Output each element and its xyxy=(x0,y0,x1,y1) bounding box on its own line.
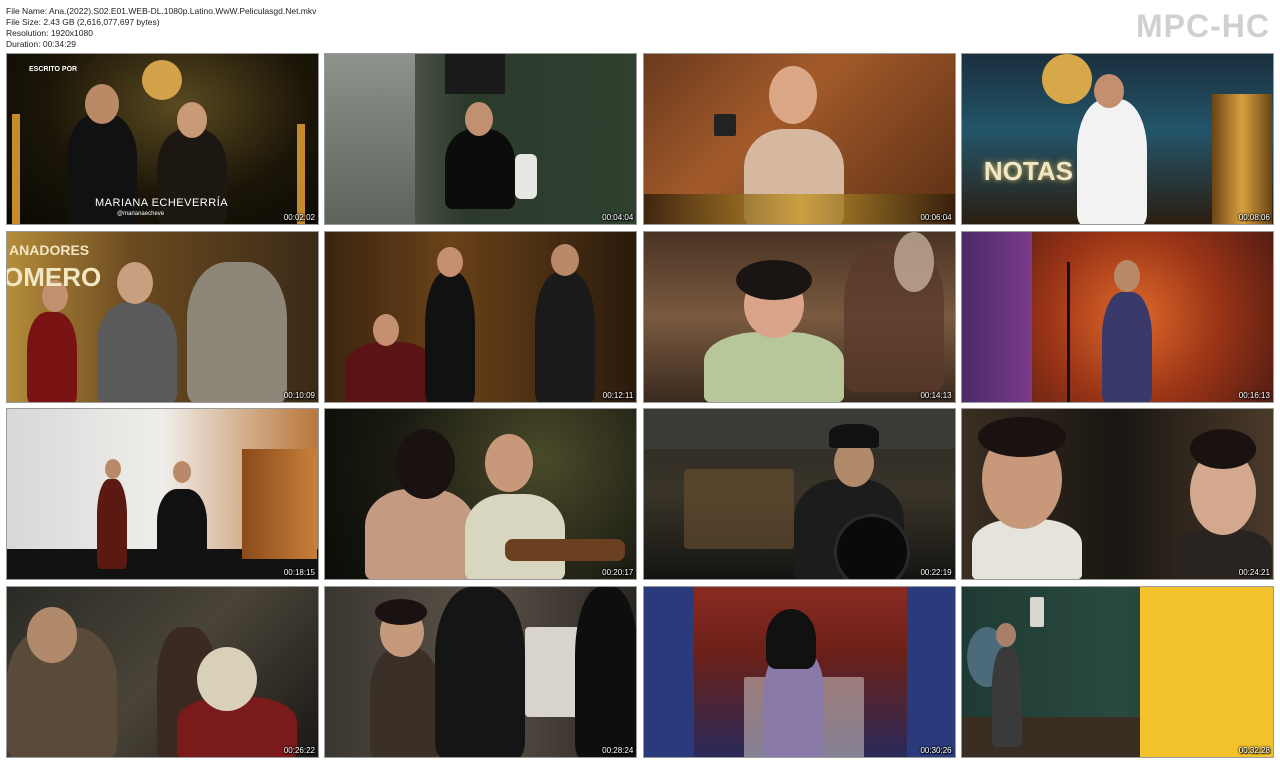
thumbnail-scene xyxy=(961,231,1273,402)
category-label: ANADORES xyxy=(9,241,90,258)
timestamp: 00:24:21 xyxy=(1238,568,1270,578)
thumbnail-scene xyxy=(961,54,1273,224)
file-info: File Name: Ana.(2022).S02.E01.WEB-DL.108… xyxy=(6,6,316,50)
thumbnail-scene xyxy=(325,54,637,224)
credits-panel xyxy=(1140,607,1273,747)
timestamp: 00:22:19 xyxy=(920,568,952,578)
timestamp: 00:14:13 xyxy=(920,390,952,400)
thumbnail[interactable]: 00:30:26 xyxy=(642,586,956,759)
award-logo: NOTAS xyxy=(983,156,1073,186)
thumbnail[interactable]: 00:22:19 xyxy=(642,408,956,581)
timestamp: 00:30:26 xyxy=(920,746,952,756)
thumbnail[interactable]: 00:14:13 xyxy=(642,230,956,403)
thumbnail[interactable]: 00:20:17 xyxy=(324,408,638,581)
timestamp: 00:26:22 xyxy=(283,746,315,756)
file-size: File Size: 2.43 GB (2,616,077,697 bytes) xyxy=(6,17,160,27)
thumbnail-scene xyxy=(643,409,955,580)
timestamp: 00:32:28 xyxy=(1238,746,1270,756)
timestamp: 00:16:13 xyxy=(1238,390,1270,400)
thumbnail[interactable]: 00:32:28 xyxy=(960,586,1274,759)
credit-label: ESCRITO POR xyxy=(29,66,78,73)
thumbnail[interactable]: 00:12:11 xyxy=(324,230,638,403)
timestamp: 00:06:04 xyxy=(920,213,952,222)
thumbnail[interactable]: NOTAS 00:08:06 xyxy=(960,53,1274,225)
thumbnail[interactable]: 00:24:21 xyxy=(960,408,1274,581)
timestamp: 00:12:11 xyxy=(602,390,634,400)
mpc-hc-logo: MPC-HC xyxy=(1136,8,1270,44)
timestamp: 00:28:24 xyxy=(602,746,634,756)
timestamp: 00:10:09 xyxy=(283,390,315,400)
category-name: OMERO xyxy=(6,261,102,292)
timestamp: 00:08:06 xyxy=(1238,213,1270,222)
thumbnail-scene xyxy=(7,409,318,580)
thumbnail-scene xyxy=(961,409,1273,580)
duration: Duration: 00:34:29 xyxy=(6,39,76,49)
thumbnail-scene xyxy=(643,231,955,402)
thumbnail[interactable]: 00:06:04 xyxy=(642,53,956,225)
thumbnail-scene xyxy=(325,409,637,580)
thumbnail[interactable]: 00:04:04 xyxy=(324,53,638,225)
thumbnail[interactable]: 00:16:13 xyxy=(960,230,1274,403)
timestamp: 00:02:02 xyxy=(283,213,315,222)
thumbnail-grid: ESCRITO POR MARIANA ECHEVERRÍA @marianae… xyxy=(6,53,1274,764)
thumbnail[interactable]: 00:18:15 xyxy=(6,408,319,581)
thumbnail-scene xyxy=(325,231,637,402)
thumbnail-scene xyxy=(7,587,318,758)
credit-name: MARIANA ECHEVERRÍA xyxy=(95,197,229,209)
file-name: File Name: Ana.(2022).S02.E01.WEB-DL.108… xyxy=(6,6,317,16)
thumbnail[interactable]: 00:28:24 xyxy=(324,586,638,759)
resolution: Resolution: 1920x1080 xyxy=(6,28,93,38)
thumbnail-scene xyxy=(325,587,637,758)
thumbnail-scene xyxy=(643,54,955,224)
thumbnail[interactable]: 00:26:22 xyxy=(6,586,319,759)
timestamp: 00:20:17 xyxy=(602,568,634,578)
thumbnail[interactable]: ANADORES OMERO 00:10:09 xyxy=(6,230,319,403)
thumbnail[interactable]: ESCRITO POR MARIANA ECHEVERRÍA @marianae… xyxy=(6,53,319,225)
credit-handle: @marianaecheve xyxy=(117,211,165,217)
timestamp: 00:18:15 xyxy=(283,568,315,578)
timestamp: 00:04:04 xyxy=(602,213,634,222)
thumbnail-scene xyxy=(643,587,955,758)
